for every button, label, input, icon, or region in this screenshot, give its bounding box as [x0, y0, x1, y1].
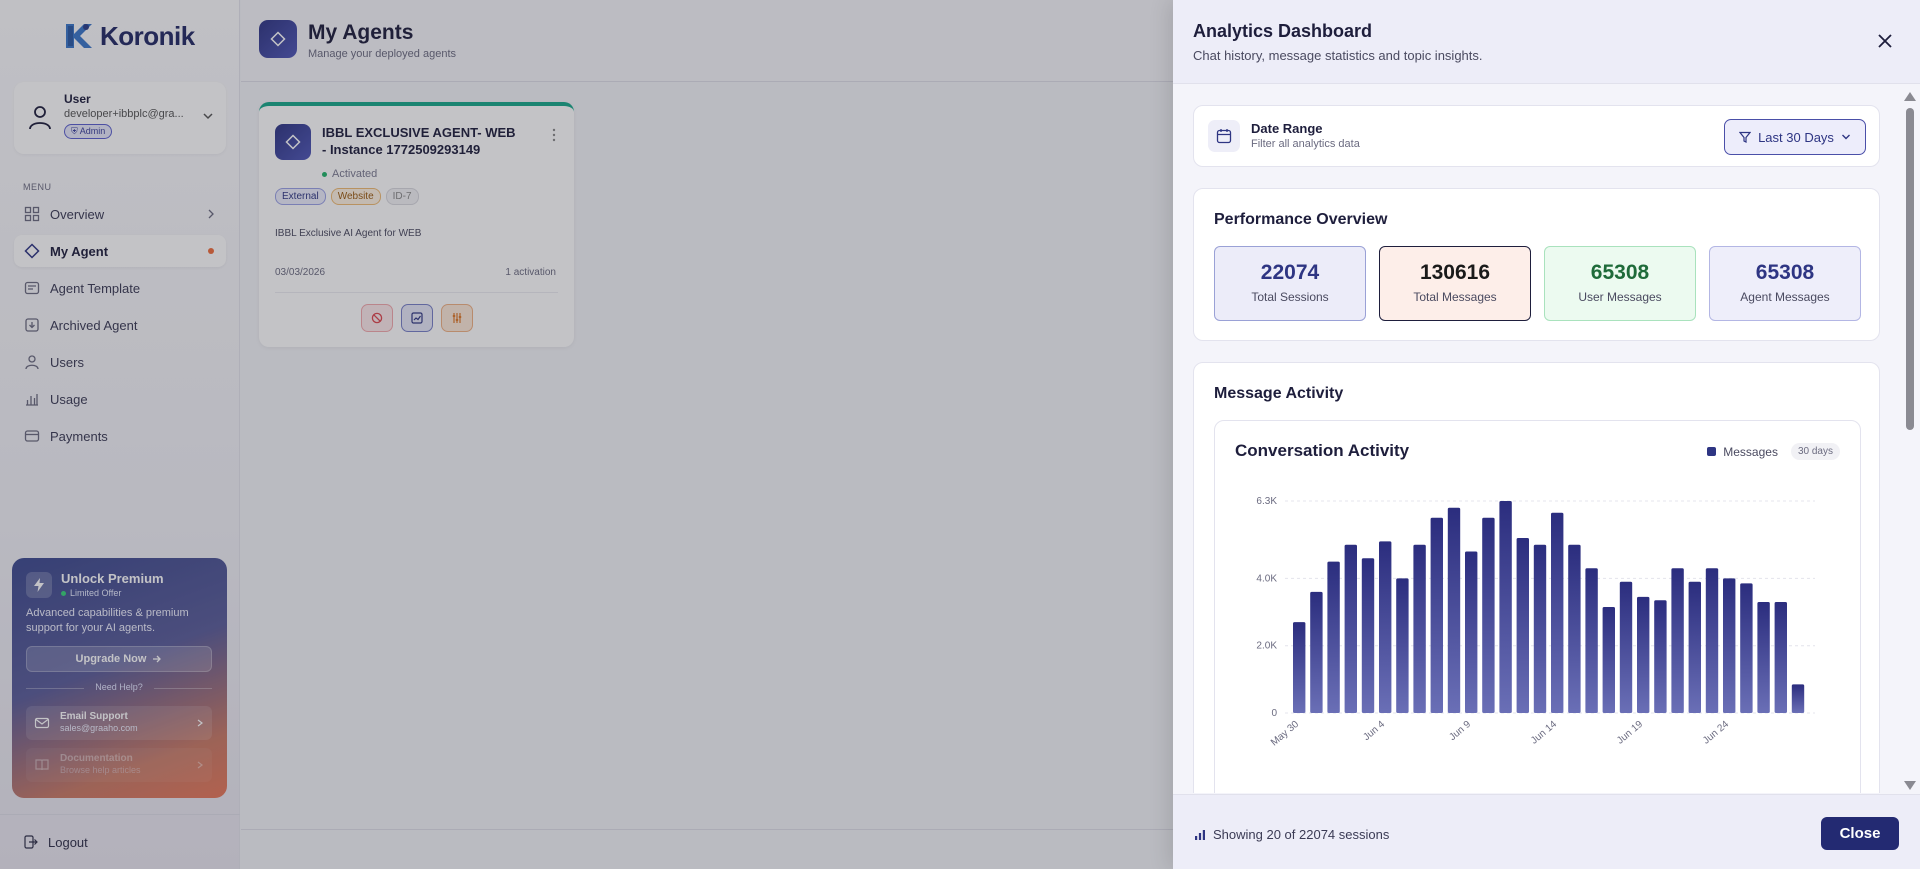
bar[interactable]	[1482, 517, 1495, 713]
y-tick-label: 0	[1271, 708, 1277, 719]
chart-legend: Messages 30 days	[1707, 443, 1840, 460]
message-activity-card: Message Activity Conversation Activity M…	[1193, 362, 1880, 793]
bar[interactable]	[1654, 600, 1667, 713]
x-tick-label: Jun 19	[1615, 719, 1645, 747]
bar[interactable]	[1533, 544, 1547, 713]
bar[interactable]	[1602, 607, 1615, 713]
drawer-scrollbar[interactable]	[1904, 92, 1916, 790]
y-tick-label: 4.0K	[1256, 573, 1277, 584]
scroll-down-arrow[interactable]	[1904, 781, 1916, 790]
stat-total-messages[interactable]: 130616 Total Messages	[1379, 246, 1531, 321]
bar[interactable]	[1705, 568, 1719, 713]
conversation-activity-chart: Conversation Activity Messages 30 days 0…	[1214, 420, 1861, 793]
bar[interactable]	[1430, 517, 1443, 713]
stat-label: User Messages	[1578, 290, 1662, 304]
close-button[interactable]: Close	[1821, 817, 1899, 850]
legend-label: Messages	[1723, 444, 1778, 459]
stat-value: 130616	[1419, 261, 1491, 284]
stat-label: Total Messages	[1413, 290, 1497, 304]
bar[interactable]	[1671, 568, 1684, 713]
chevron-down-icon	[1841, 134, 1850, 140]
bar[interactable]	[1568, 544, 1581, 713]
bar[interactable]	[1637, 596, 1650, 713]
bar[interactable]	[1791, 684, 1805, 713]
bar[interactable]	[1619, 581, 1633, 713]
range-pill: 30 days	[1790, 443, 1840, 460]
bar[interactable]	[1413, 544, 1426, 713]
bar[interactable]	[1379, 541, 1392, 713]
filter-icon	[1739, 131, 1752, 143]
bar-chart-icon	[1195, 830, 1205, 840]
chart-title: Conversation Activity	[1235, 441, 1410, 460]
date-range-label: Date Range	[1251, 121, 1323, 136]
x-tick-label: Jun 24	[1701, 719, 1731, 747]
legend-swatch	[1707, 447, 1717, 456]
drawer-body[interactable]: Date Range Filter all analytics data Las…	[1173, 85, 1920, 793]
stats-row: 22074 Total Sessions 130616 Total Messag…	[1214, 246, 1861, 321]
x-tick-label: Jun 9	[1447, 719, 1473, 743]
bar[interactable]	[1723, 578, 1736, 713]
bar[interactable]	[1551, 512, 1564, 713]
bar[interactable]	[1465, 551, 1478, 714]
bar[interactable]	[1585, 568, 1598, 713]
stat-value: 65308	[1755, 261, 1815, 284]
date-range-value: Last 30 Days	[1758, 129, 1834, 145]
bar[interactable]	[1396, 578, 1409, 713]
stat-value: 65308	[1590, 261, 1650, 284]
stat-label: Total Sessions	[1251, 290, 1329, 304]
stat-total-sessions[interactable]: 22074 Total Sessions	[1214, 246, 1366, 321]
bar[interactable]	[1327, 561, 1340, 713]
bar[interactable]	[1499, 501, 1512, 713]
date-range-subtitle: Filter all analytics data	[1251, 138, 1360, 150]
chart-plot: 0 2.0K 4.0K 6.3K May 30 Jun 4 Jun 9 Jun 14 Jun 1…	[1256, 496, 1815, 749]
calendar-icon	[1208, 120, 1240, 152]
drawer-title: Analytics Dashboard	[1193, 21, 1373, 41]
bar[interactable]	[1774, 602, 1787, 713]
bar[interactable]	[1757, 602, 1770, 713]
bar[interactable]	[1740, 583, 1753, 713]
bar[interactable]	[1310, 591, 1323, 713]
bar[interactable]	[1688, 581, 1701, 713]
performance-title: Performance Overview	[1214, 211, 1388, 228]
bar[interactable]	[1516, 538, 1529, 713]
scroll-thumb[interactable]	[1906, 108, 1914, 430]
message-activity-title: Message Activity	[1214, 385, 1344, 402]
drawer-header: Analytics Dashboard Chat history, messag…	[1173, 0, 1920, 84]
x-tick-label: May 30	[1269, 719, 1302, 749]
bar[interactable]	[1344, 544, 1357, 713]
close-icon[interactable]	[1876, 32, 1894, 50]
bar[interactable]	[1447, 507, 1461, 713]
scroll-up-arrow[interactable]	[1904, 92, 1916, 101]
stat-value: 22074	[1260, 261, 1320, 284]
stat-user-messages[interactable]: 65308 User Messages	[1544, 246, 1696, 321]
x-tick-label: Jun 4	[1361, 719, 1387, 743]
sessions-count-text: Showing 20 of 22074 sessions	[1213, 827, 1390, 842]
drawer-footer: Showing 20 of 22074 sessions Close	[1173, 794, 1920, 869]
y-tick-label: 2.0K	[1256, 641, 1277, 652]
bar[interactable]	[1293, 622, 1306, 713]
y-tick-label: 6.3K	[1256, 496, 1277, 507]
date-range-card: Date Range Filter all analytics data Las…	[1193, 105, 1880, 167]
bar[interactable]	[1361, 558, 1375, 713]
analytics-drawer: Analytics Dashboard Chat history, messag…	[1173, 0, 1920, 869]
stat-label: Agent Messages	[1740, 290, 1830, 304]
date-range-select[interactable]: Last 30 Days	[1724, 119, 1866, 155]
performance-overview-card: Performance Overview 22074 Total Session…	[1193, 188, 1880, 341]
drawer-subtitle: Chat history, message statistics and top…	[1193, 48, 1483, 63]
stat-agent-messages[interactable]: 65308 Agent Messages	[1709, 246, 1861, 321]
x-tick-label: Jun 14	[1529, 719, 1559, 747]
modal-overlay[interactable]	[0, 0, 1173, 869]
